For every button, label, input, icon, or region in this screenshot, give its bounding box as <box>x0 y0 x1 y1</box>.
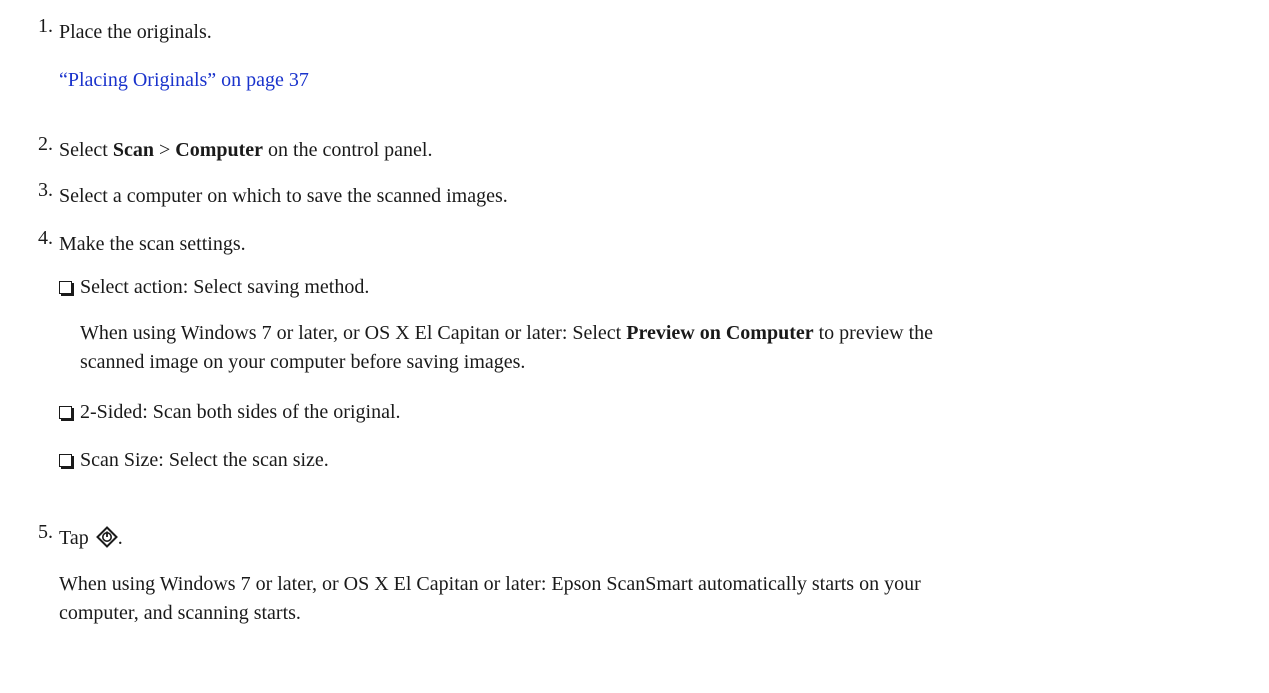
text-after: on the control panel. <box>263 139 433 161</box>
text-before: Select <box>59 139 113 161</box>
step-text: Make the scan settings. <box>59 233 246 255</box>
step-number: 5. <box>38 521 53 543</box>
checkbox-bullet-icon <box>59 406 72 419</box>
text-before: Tap <box>59 527 94 549</box>
step-number: 2. <box>38 133 53 155</box>
separator: > <box>154 139 176 161</box>
option-text: 2-Sided: Scan both sides of the original… <box>80 401 401 423</box>
option-text: Select action: Select saving method. <box>80 276 370 298</box>
step-note-line1: When using Windows 7 or later, or OS X E… <box>59 573 921 595</box>
checkbox-bullet-icon <box>59 454 72 467</box>
step-note-line2: computer, and scanning starts. <box>59 602 301 624</box>
note-bold: Preview on Computer <box>626 322 814 344</box>
menu-scan: Scan <box>112 139 154 161</box>
note-text: When using Windows 7 or later, or OS X E… <box>80 322 627 344</box>
text-after: . <box>117 527 123 549</box>
option-note-line2: scanned image on your computer before sa… <box>80 351 526 373</box>
note-text-after: to preview the <box>813 322 934 344</box>
option-select-action: Select action: Select saving method. <box>59 275 369 299</box>
step-text: Select Scan > Computer on the control pa… <box>59 138 432 162</box>
checkbox-bullet-icon <box>59 281 72 294</box>
option-note: When using Windows 7 or later, or OS X E… <box>80 319 933 348</box>
option-2-sided: 2-Sided: Scan both sides of the original… <box>59 400 401 424</box>
placing-originals-link[interactable]: “Placing Originals” on page 37 <box>59 68 309 92</box>
step-number: 1. <box>38 15 53 37</box>
step-number: 3. <box>38 179 53 201</box>
step-number: 4. <box>38 227 53 249</box>
menu-computer: Computer <box>175 139 264 161</box>
step-text: Tap . <box>59 526 123 550</box>
option-scan-size: Scan Size: Select the scan size. <box>59 448 329 472</box>
step-text: Place the originals. <box>59 21 212 43</box>
step-text: Select a computer on which to save the s… <box>59 185 508 207</box>
option-text: Scan Size: Select the scan size. <box>80 449 329 471</box>
start-diamond-icon <box>95 526 118 548</box>
